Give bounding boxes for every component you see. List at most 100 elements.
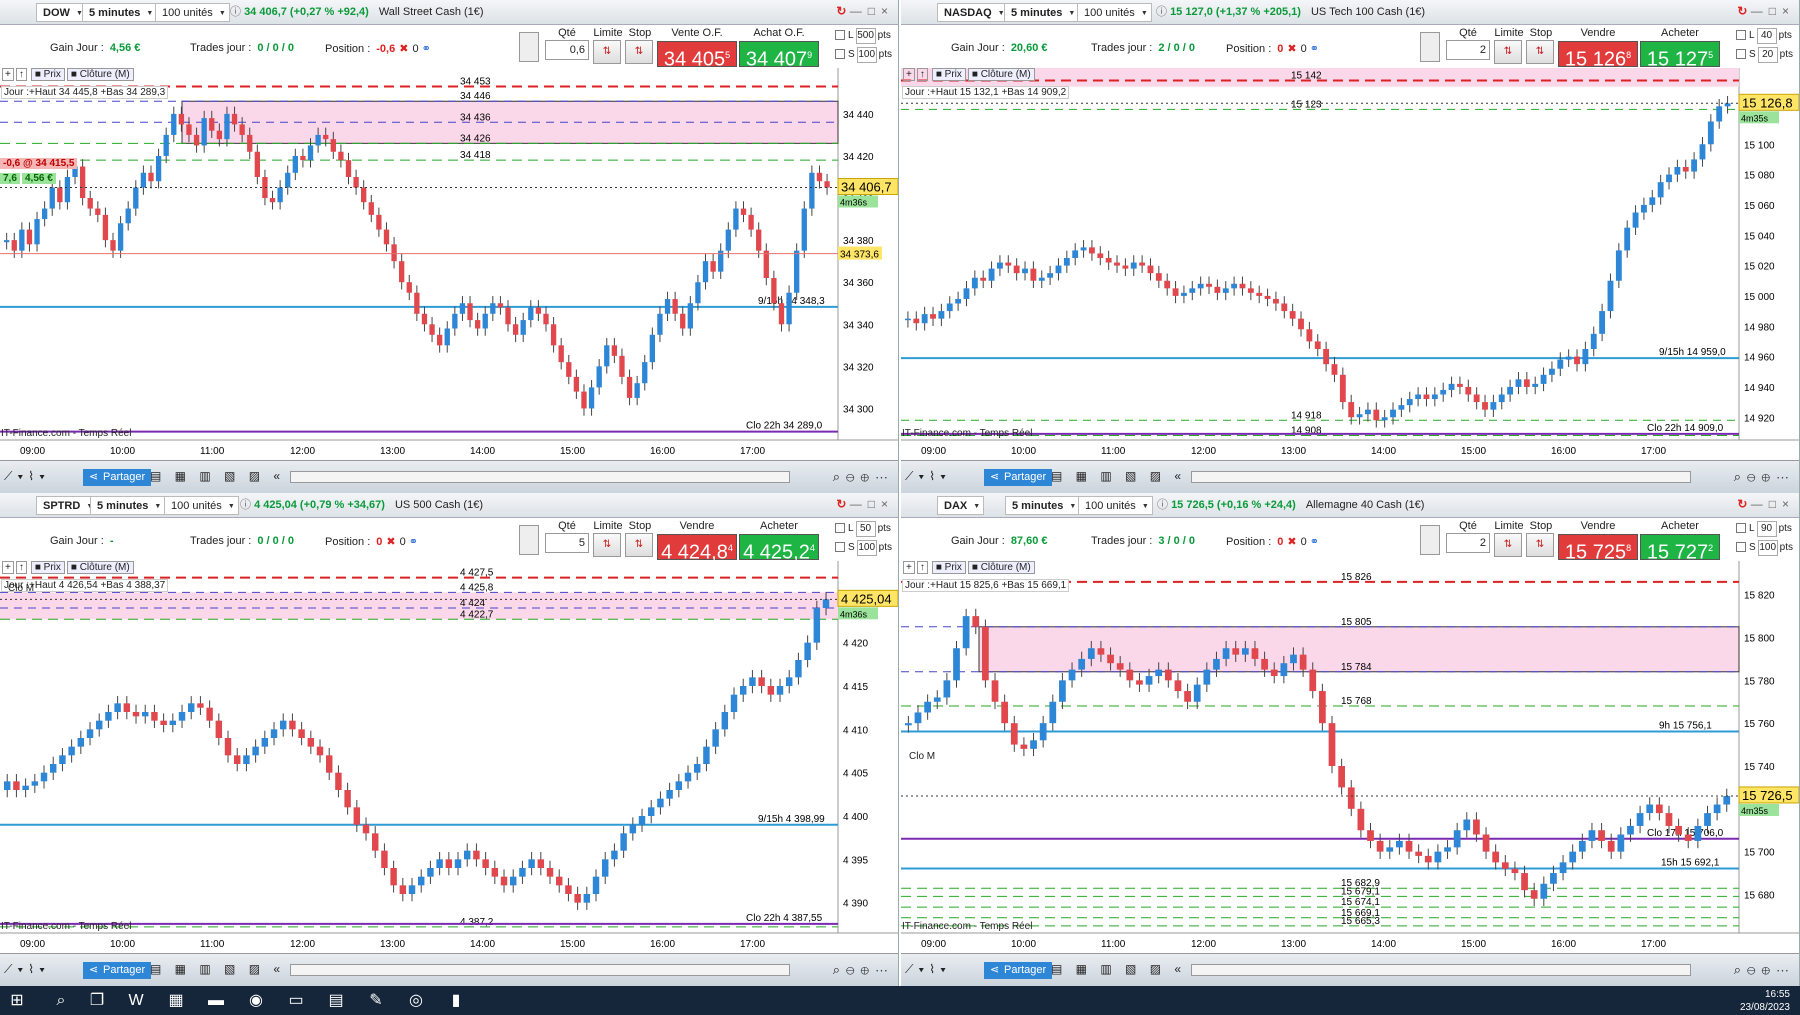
qty-input[interactable]: 0,6 xyxy=(545,40,589,60)
limit-order-button[interactable]: ⇅ xyxy=(1494,40,1522,64)
chrome-app-icon[interactable]: ◎ xyxy=(405,990,427,1012)
link-icon[interactable]: ⚭ xyxy=(1310,536,1319,548)
settings-icon[interactable] xyxy=(1420,32,1440,62)
info-icon[interactable]: ⓘ xyxy=(1157,499,1171,511)
maximize-icon[interactable]: □ xyxy=(1769,4,1782,18)
info-icon[interactable]: ⓘ xyxy=(1156,6,1170,18)
close-position-icon[interactable]: ✖ xyxy=(1287,536,1296,548)
maximize-icon[interactable]: □ xyxy=(868,4,881,18)
share-button[interactable]: Partager xyxy=(83,962,152,979)
windows-start-icon[interactable]: ⊞ xyxy=(6,990,28,1012)
qty-input[interactable]: 2 xyxy=(1446,40,1490,60)
minimize-icon[interactable]: — xyxy=(1751,497,1769,511)
long-checkbox[interactable] xyxy=(835,523,845,534)
close-icon[interactable]: × xyxy=(881,4,894,18)
short-points-input[interactable]: 100 xyxy=(1757,540,1778,556)
chart-tools-icon[interactable]: ▤ ▦ ▥ ▧ ▨ « xyxy=(150,469,285,483)
grid-icon[interactable] xyxy=(18,5,32,19)
buy-button[interactable]: 34 4079 xyxy=(739,41,819,71)
folder-app-icon[interactable]: ▬ xyxy=(205,990,227,1012)
chart-scrollbar[interactable] xyxy=(1191,964,1691,976)
task-view-icon[interactable]: ❐ xyxy=(86,990,108,1012)
timeframe-select[interactable]: 5 minutes xyxy=(82,3,158,23)
timeframe-select[interactable]: 5 minutes xyxy=(1005,496,1081,516)
zoom-icon[interactable]: ⌕⊖⊕⋯ xyxy=(833,469,894,484)
price-chart[interactable]: 14 920 14 940 14 960 14 980 15 000 15 020 15 0… xyxy=(901,68,1799,460)
qty-input[interactable]: 5 xyxy=(545,533,589,553)
sell-button[interactable]: 15 1268 xyxy=(1558,41,1638,71)
short-checkbox[interactable] xyxy=(1736,49,1746,60)
file-explorer-icon[interactable]: ▭ xyxy=(285,990,307,1012)
timeframe-select[interactable]: 5 minutes xyxy=(1004,3,1080,23)
search-icon[interactable]: ⌕ xyxy=(50,990,72,1012)
sell-button[interactable]: 34 4055 xyxy=(657,41,737,71)
stop-order-button[interactable]: ⇅ xyxy=(1526,533,1554,557)
short-points-input[interactable]: 100 xyxy=(856,47,877,63)
grid-icon[interactable] xyxy=(919,5,933,19)
trading-app-icon[interactable]: ▮ xyxy=(445,990,467,1012)
close-position-icon[interactable]: ✖ xyxy=(399,43,408,55)
stop-order-button[interactable]: ⇅ xyxy=(1526,40,1554,64)
add-icon[interactable]: + xyxy=(903,561,915,574)
chart-tools-icon[interactable]: ▤ ▦ ▥ ▧ ▨ « xyxy=(1051,469,1186,483)
spotify-app-icon[interactable]: ◉ xyxy=(245,990,267,1012)
zoom-icon[interactable]: ⌕⊖⊕⋯ xyxy=(1734,962,1795,977)
long-points-input[interactable]: 50 xyxy=(855,521,876,537)
short-checkbox[interactable] xyxy=(835,542,845,553)
short-checkbox[interactable] xyxy=(1736,542,1746,553)
grid-icon[interactable] xyxy=(18,498,32,512)
price-chart[interactable]: 15 68015 70015 72015 74015 76015 78015 8… xyxy=(901,561,1800,953)
link-icon[interactable]: ⚭ xyxy=(409,536,418,548)
buy-button[interactable]: 15 7272 xyxy=(1640,534,1720,564)
paint-app-icon[interactable]: ✎ xyxy=(365,990,387,1012)
price-legend[interactable]: ■ Prix xyxy=(931,561,966,574)
minimize-icon[interactable]: — xyxy=(1751,4,1769,18)
position-tag[interactable]: -0,6 @ 34 415,5 xyxy=(0,158,78,170)
link-icon[interactable]: ⚭ xyxy=(422,43,431,55)
long-checkbox[interactable] xyxy=(835,30,845,41)
settings-icon[interactable] xyxy=(519,32,539,62)
info-icon[interactable]: ⓘ xyxy=(240,499,254,511)
units-select[interactable]: 100 unités xyxy=(1077,3,1152,23)
sell-button[interactable]: 15 7258 xyxy=(1558,534,1638,564)
stop-order-button[interactable]: ⇅ xyxy=(625,533,653,557)
close-icon[interactable]: × xyxy=(1782,497,1795,511)
timeframe-select[interactable]: 5 minutes xyxy=(90,496,166,516)
limit-order-button[interactable]: ⇅ xyxy=(593,533,621,557)
chart-svg[interactable]: 15 68015 70015 72015 74015 76015 78015 8… xyxy=(901,561,1800,953)
chart-tools-icon[interactable]: ▤ ▦ ▥ ▧ ▨ « xyxy=(1051,962,1186,976)
maximize-icon[interactable]: □ xyxy=(1769,497,1782,511)
symbol-select[interactable]: NASDAQ xyxy=(937,3,1009,23)
share-button[interactable]: Partager xyxy=(984,469,1053,486)
units-select[interactable]: 100 unités xyxy=(155,3,230,23)
long-points-input[interactable]: 40 xyxy=(1756,28,1777,44)
price-legend[interactable]: ■ Prix xyxy=(30,68,65,81)
symbol-select[interactable]: SPTRD xyxy=(36,496,98,516)
long-points-input[interactable]: 90 xyxy=(1756,521,1777,537)
share-button[interactable]: Partager xyxy=(984,962,1053,979)
draw-tool-icon[interactable]: ⟋▾⌇▾ xyxy=(905,469,951,483)
long-points-input[interactable]: 500 xyxy=(855,28,876,44)
price-chart[interactable]: 4 390 4 395 4 400 4 405 4 410 4 415 4 420 09:00… xyxy=(0,561,898,953)
close-legend[interactable]: ■ Clôture (M) xyxy=(66,68,134,81)
indicator-icon[interactable]: ↑ xyxy=(15,561,27,574)
units-select[interactable]: 100 unités xyxy=(164,496,239,516)
limit-order-button[interactable]: ⇅ xyxy=(1494,533,1522,557)
chart-svg[interactable]: 34 30034 32034 34034 36034 38034 40034 4… xyxy=(0,68,899,460)
minimize-icon[interactable]: — xyxy=(850,497,868,511)
add-icon[interactable]: + xyxy=(2,68,14,81)
indicator-icon[interactable]: ↑ xyxy=(916,561,928,574)
buy-button[interactable]: 15 1275 xyxy=(1640,41,1720,71)
qty-input[interactable]: 2 xyxy=(1446,533,1490,553)
add-icon[interactable]: + xyxy=(2,561,14,574)
settings-icon[interactable] xyxy=(519,525,539,555)
draw-tool-icon[interactable]: ⟋▾⌇▾ xyxy=(4,469,50,483)
word-app-icon[interactable]: W xyxy=(125,990,147,1012)
chart-scrollbar[interactable] xyxy=(290,964,790,976)
sell-button[interactable]: 4 424,84 xyxy=(657,534,737,564)
system-clock[interactable]: 16:55 23/08/2023 xyxy=(1740,988,1790,1014)
limit-order-button[interactable]: ⇅ xyxy=(593,40,621,64)
maximize-icon[interactable]: □ xyxy=(868,497,881,511)
zoom-icon[interactable]: ⌕⊖⊕⋯ xyxy=(1734,469,1795,484)
lock-icon[interactable] xyxy=(3,5,17,19)
